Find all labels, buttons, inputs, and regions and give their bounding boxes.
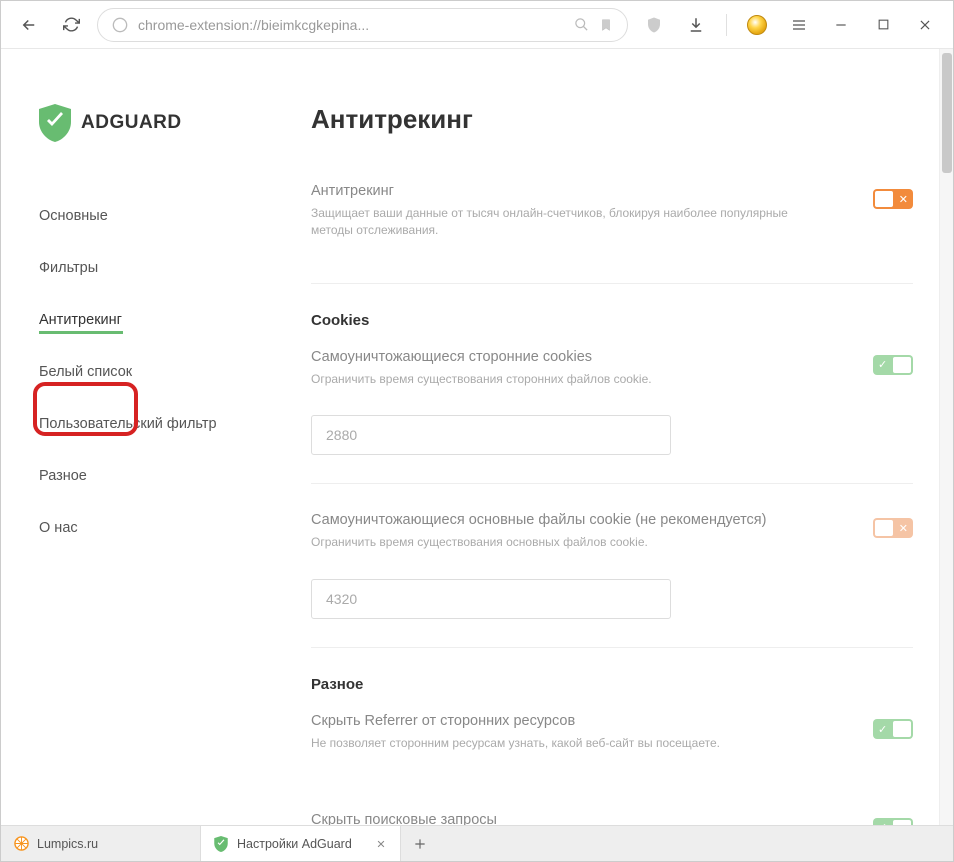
page-title: Антитрекинг	[311, 104, 913, 135]
input-1p-cookies-ttl[interactable]	[311, 579, 671, 619]
tab-adguard-settings[interactable]: Настройки AdGuard	[201, 826, 401, 861]
section-header-misc: Разное	[311, 676, 913, 693]
tab-close-button[interactable]	[374, 837, 388, 851]
vertical-scrollbar[interactable]	[939, 49, 953, 825]
browser-toolbar: chrome-extension://bieimkcgkepina...	[1, 1, 953, 49]
back-button[interactable]	[13, 9, 45, 41]
site-info-icon	[112, 17, 128, 33]
sidebar-item-userfilter[interactable]: Пользовательский фильтр	[39, 398, 271, 450]
logo-text: ADGUARD	[81, 112, 182, 134]
close-window-button[interactable]	[909, 9, 941, 41]
sidebar-item-whitelist[interactable]: Белый список	[39, 346, 271, 398]
shield-icon[interactable]	[638, 9, 670, 41]
scrollbar-thumb[interactable]	[942, 53, 952, 173]
section-header-cookies: Cookies	[311, 312, 913, 329]
search-in-page-icon[interactable]	[574, 17, 589, 32]
tab-title: Настройки AdGuard	[237, 837, 366, 851]
sidebar-item-antitracking[interactable]: Антитрекинг	[39, 294, 271, 346]
sidebar-item-about[interactable]: О нас	[39, 502, 271, 554]
tab-lumpics[interactable]: Lumpics.ru	[1, 826, 201, 861]
maximize-button[interactable]	[867, 9, 899, 41]
url-text: chrome-extension://bieimkcgkepina...	[138, 17, 564, 33]
setting-desc-3p-cookies: Ограничить время существования сторонних…	[311, 371, 791, 388]
tab-favicon-adguard	[213, 836, 229, 852]
address-bar[interactable]: chrome-extension://bieimkcgkepina...	[97, 8, 628, 42]
bookmark-icon[interactable]	[599, 17, 613, 33]
toolbar-separator	[726, 14, 727, 36]
reload-button[interactable]	[55, 9, 87, 41]
minimize-button[interactable]	[825, 9, 857, 41]
setting-title-hide-search: Скрыть поисковые запросы	[311, 812, 853, 825]
setting-title-1p-cookies: Самоуничтожающиеся основные файлы cookie…	[311, 512, 853, 528]
toggle-hide-search[interactable]: ✓	[873, 818, 913, 825]
toggle-hide-referrer[interactable]: ✓	[873, 719, 913, 739]
sidebar-item-general[interactable]: Основные	[39, 190, 271, 242]
logo: ADGUARD	[39, 104, 271, 142]
setting-title-hide-referrer: Скрыть Referrer от сторонних ресурсов	[311, 713, 853, 729]
setting-title-antitracking: Антитрекинг	[311, 183, 853, 199]
toggle-antitracking[interactable]: ✕	[873, 189, 913, 209]
sidebar-item-filters[interactable]: Фильтры	[39, 242, 271, 294]
menu-button[interactable]	[783, 9, 815, 41]
setting-desc-antitracking: Защищает ваши данные от тысяч онлайн-сче…	[311, 205, 791, 239]
tab-bar: Lumpics.ru Настройки AdGuard	[1, 825, 953, 861]
new-tab-button[interactable]	[401, 826, 439, 861]
main-content: Антитрекинг Антитрекинг Защищает ваши да…	[271, 49, 953, 825]
extension-yandex-icon[interactable]	[741, 9, 773, 41]
input-3p-cookies-ttl[interactable]	[311, 415, 671, 455]
sidebar-item-misc[interactable]: Разное	[39, 450, 271, 502]
setting-desc-hide-referrer: Не позволяет сторонним ресурсам узнать, …	[311, 735, 791, 752]
tab-favicon-lumpics	[13, 836, 29, 852]
toggle-3p-cookies[interactable]: ✓	[873, 355, 913, 375]
sidebar: ADGUARD Основные Фильтры Антитрекинг Бел…	[1, 49, 271, 825]
tab-title: Lumpics.ru	[37, 837, 188, 851]
adguard-shield-icon	[39, 104, 71, 142]
toggle-1p-cookies[interactable]: ✕	[873, 518, 913, 538]
setting-desc-1p-cookies: Ограничить время существования основных …	[311, 534, 791, 551]
downloads-icon[interactable]	[680, 9, 712, 41]
setting-title-3p-cookies: Самоуничтожающиеся сторонние cookies	[311, 349, 853, 365]
